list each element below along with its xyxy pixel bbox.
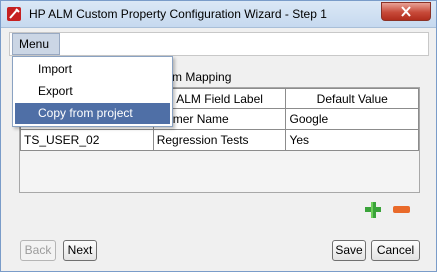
section-label: m Mapping: [172, 70, 232, 84]
title-bar: HP ALM Custom Property Configuration Wiz…: [1, 1, 436, 28]
menu-item-import[interactable]: Import: [15, 59, 170, 80]
remove-row-icon[interactable]: [393, 206, 410, 213]
close-button[interactable]: [381, 2, 431, 21]
table-cell[interactable]: Google: [285, 108, 419, 130]
table-cell[interactable]: TS_USER_02: [20, 129, 154, 151]
next-button[interactable]: Next: [63, 240, 97, 261]
column-header-alm-label: ALM Field Label: [152, 88, 287, 109]
menu-button[interactable]: Menu: [12, 33, 60, 55]
save-button[interactable]: Save: [332, 240, 366, 261]
back-button[interactable]: Back: [20, 240, 56, 261]
table-row[interactable]: TS_USER_02 Regression Tests Yes: [20, 129, 419, 151]
wizard-window: HP ALM Custom Property Configuration Wiz…: [0, 0, 437, 272]
hp-alm-app-icon: [7, 7, 21, 21]
window-title: HP ALM Custom Property Configuration Wiz…: [29, 7, 327, 21]
menu-item-export[interactable]: Export: [15, 81, 170, 102]
column-header-default-value: Default Value: [285, 88, 419, 109]
menu-dropdown: Import Export Copy from project: [12, 56, 173, 127]
table-cell[interactable]: stomer Name: [152, 108, 287, 130]
table-cell[interactable]: Regression Tests: [152, 129, 287, 151]
close-icon: [401, 6, 411, 17]
menu-bar: Menu: [9, 32, 429, 56]
cancel-button[interactable]: Cancel: [371, 240, 420, 261]
table-cell[interactable]: Yes: [285, 129, 419, 151]
add-row-icon[interactable]: [365, 202, 381, 218]
menu-item-copy-from-project[interactable]: Copy from project: [15, 103, 170, 124]
